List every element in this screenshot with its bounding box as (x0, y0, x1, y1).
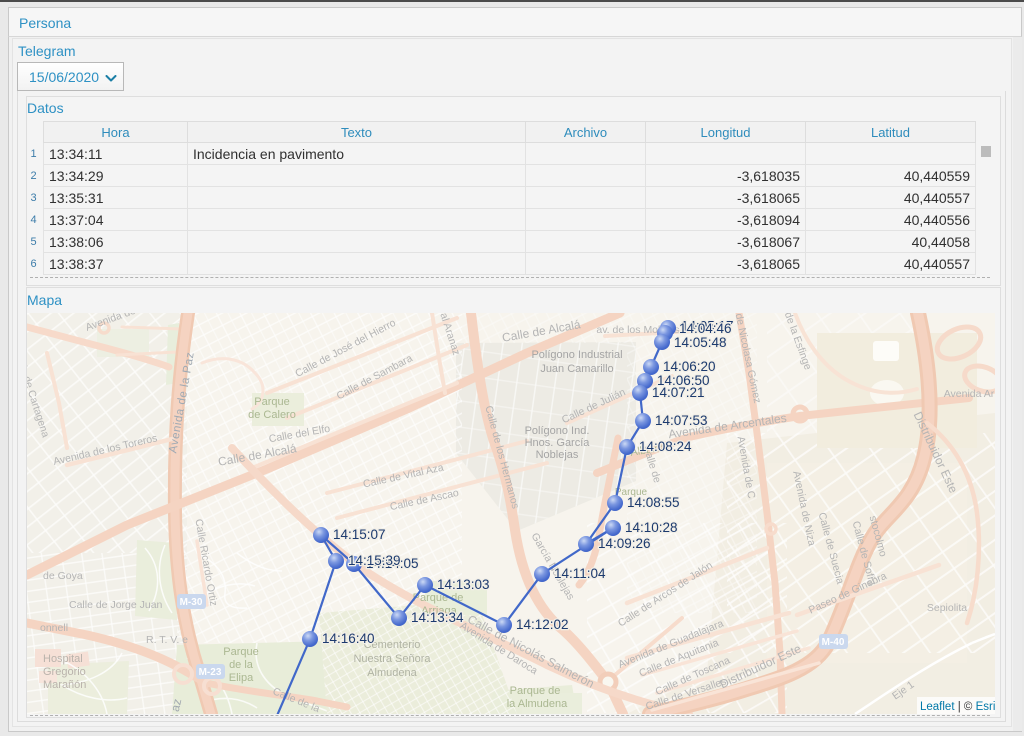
svg-text:14:16:40: 14:16:40 (322, 631, 375, 646)
svg-text:14:07:53: 14:07:53 (655, 413, 708, 428)
svg-text:14:13:34: 14:13:34 (411, 610, 464, 625)
svg-text:14:09:26: 14:09:26 (598, 536, 651, 551)
svg-text:Leaflet | © Esri: Leaflet | © Esri (920, 701, 995, 713)
svg-text:14:08:55: 14:08:55 (627, 495, 680, 510)
svg-text:14:13:03: 14:13:03 (437, 577, 490, 592)
svg-text:14:12:02: 14:12:02 (516, 617, 569, 632)
svg-text:14:04:46: 14:04:46 (679, 321, 732, 336)
svg-text:14:15:07: 14:15:07 (333, 527, 386, 542)
svg-text:14:06:20: 14:06:20 (663, 359, 716, 374)
svg-text:14:10:28: 14:10:28 (625, 520, 678, 535)
svg-text:14:05:48: 14:05:48 (674, 335, 727, 350)
svg-text:14:07:21: 14:07:21 (652, 385, 705, 400)
svg-text:14:11:04: 14:11:04 (554, 566, 606, 581)
svg-text:14:08:24: 14:08:24 (639, 439, 692, 454)
svg-text:14:15:39: 14:15:39 (348, 553, 401, 568)
